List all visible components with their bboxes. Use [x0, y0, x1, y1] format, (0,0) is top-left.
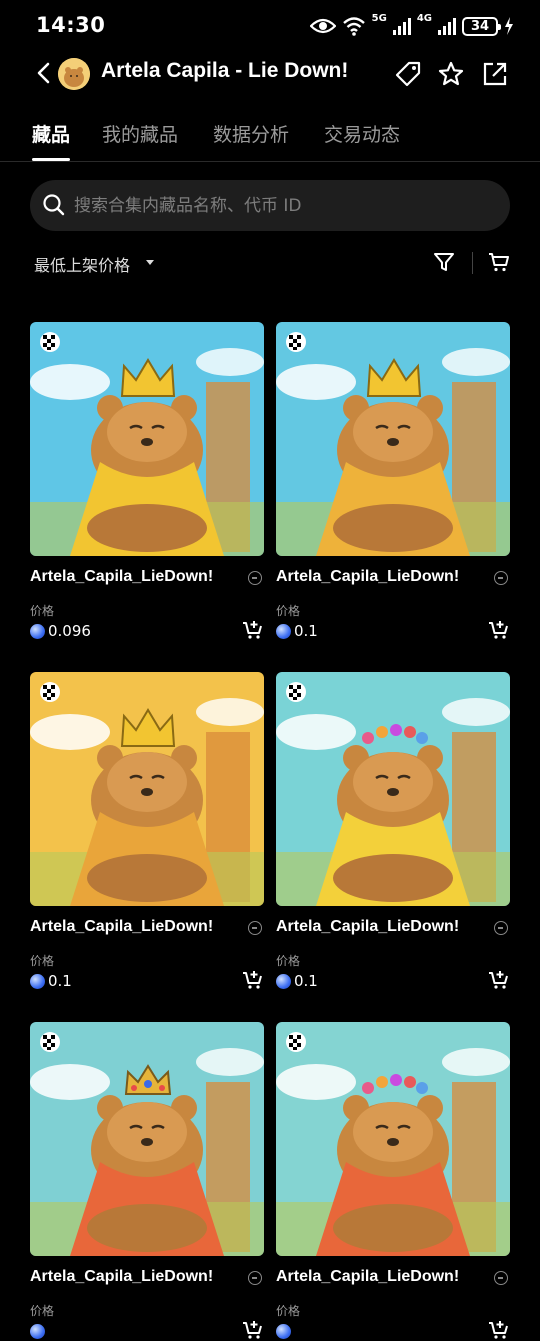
search-icon — [43, 194, 65, 216]
caret-down-icon[interactable] — [146, 260, 154, 265]
status-icons: 5G 4G 34 — [309, 13, 514, 38]
token-icon — [276, 624, 291, 639]
nft-image[interactable] — [30, 1022, 264, 1256]
nft-card[interactable]: Artela_Capila_LieDown! 价格 — [276, 1022, 510, 1339]
page-title: Artela Capila - Lie Down! — [101, 59, 349, 82]
nft-name[interactable]: Artela_Capila_LieDown! — [30, 568, 235, 586]
nft-card[interactable]: Artela_Capila_LieDown! 价格 0.1 — [276, 672, 510, 990]
nft-name[interactable]: Artela_Capila_LieDown! — [30, 918, 235, 936]
price-label: 价格 — [276, 954, 301, 968]
nft-image[interactable] — [276, 672, 510, 906]
signal-icon — [438, 17, 456, 35]
tab-collection[interactable]: 藏品 — [32, 120, 70, 147]
nft-name[interactable]: Artela_Capila_LieDown! — [30, 1268, 235, 1286]
filter-icon[interactable] — [432, 250, 456, 274]
nft-card[interactable]: Artela_Capila_LieDown! 价格 0.1 — [276, 322, 510, 640]
tab-activity[interactable]: 交易动态 — [324, 120, 400, 147]
star-icon[interactable] — [437, 60, 465, 88]
status-bar: 14:30 5G 4G 34 — [0, 0, 540, 50]
token-icon — [30, 624, 45, 639]
sort-dropdown[interactable]: 最低上架价格 — [34, 252, 130, 276]
chain-badge-icon — [40, 1032, 60, 1052]
chain-badge-icon — [286, 682, 306, 702]
chain-badge-icon — [40, 332, 60, 352]
add-to-cart-icon[interactable] — [488, 969, 510, 991]
price-label: 价格 — [30, 1304, 55, 1318]
battery-icon: 34 — [462, 16, 501, 36]
nft-name[interactable]: Artela_Capila_LieDown! — [276, 1268, 481, 1286]
status-time: 14:30 — [36, 13, 106, 37]
token-icon — [276, 1324, 291, 1339]
minus-circle-icon[interactable] — [248, 1271, 262, 1285]
price-value: 0.1 — [48, 972, 72, 990]
network-5g-label: 5G — [371, 13, 387, 24]
nft-name[interactable]: Artela_Capila_LieDown! — [276, 568, 481, 586]
search-input[interactable] — [74, 180, 494, 231]
price-value: 0.1 — [294, 972, 318, 990]
chain-badge-icon — [40, 682, 60, 702]
nft-card[interactable]: Artela_Capila_LieDown! 价格 — [30, 1022, 264, 1339]
price-value: 0.096 — [48, 622, 91, 640]
tag-icon[interactable] — [394, 60, 422, 88]
add-to-cart-icon[interactable] — [242, 619, 264, 641]
minus-circle-icon[interactable] — [494, 921, 508, 935]
divider — [472, 252, 473, 274]
price-label: 价格 — [276, 604, 301, 618]
chain-badge-icon — [286, 1032, 306, 1052]
eye-icon — [309, 18, 336, 34]
token-icon — [30, 974, 45, 989]
tab-analytics[interactable]: 数据分析 — [213, 120, 289, 147]
sort-filter-row: 最低上架价格 — [0, 248, 540, 280]
wifi-icon — [342, 17, 365, 36]
add-to-cart-icon[interactable] — [488, 619, 510, 641]
search-bar — [30, 180, 510, 231]
minus-circle-icon[interactable] — [248, 921, 262, 935]
charging-icon — [505, 17, 513, 35]
token-icon — [276, 974, 291, 989]
chain-badge-icon — [286, 332, 306, 352]
tab-my-collection[interactable]: 我的藏品 — [102, 120, 178, 147]
add-to-cart-icon[interactable] — [242, 1319, 264, 1341]
cart-icon[interactable] — [487, 250, 511, 274]
nft-image[interactable] — [276, 322, 510, 556]
nft-card[interactable]: Artela_Capila_LieDown! 价格 0.1 — [30, 672, 264, 990]
signal-icon — [392, 17, 411, 35]
back-chevron-icon[interactable] — [32, 60, 56, 86]
price-value: 0.1 — [294, 622, 318, 640]
collection-avatar — [58, 58, 90, 90]
add-to-cart-icon[interactable] — [488, 1319, 510, 1341]
token-icon — [30, 1324, 45, 1339]
minus-circle-icon[interactable] — [494, 1271, 508, 1285]
nft-card[interactable]: Artela_Capila_LieDown! 价格 0.096 — [30, 322, 264, 640]
external-link-icon[interactable] — [481, 60, 509, 88]
minus-circle-icon[interactable] — [248, 571, 262, 585]
header: Artela Capila - Lie Down! — [0, 50, 540, 98]
price-label: 价格 — [276, 1304, 301, 1318]
network-4g-label: 4G — [416, 13, 432, 24]
nft-image[interactable] — [30, 322, 264, 556]
price-label: 价格 — [30, 954, 55, 968]
minus-circle-icon[interactable] — [494, 571, 508, 585]
tab-bar: 藏品 我的藏品 数据分析 交易动态 — [0, 110, 540, 162]
add-to-cart-icon[interactable] — [242, 969, 264, 991]
active-tab-indicator — [32, 158, 70, 161]
nft-image[interactable] — [30, 672, 264, 906]
nft-image[interactable] — [276, 1022, 510, 1256]
price-label: 价格 — [30, 604, 55, 618]
nft-name[interactable]: Artela_Capila_LieDown! — [276, 918, 481, 936]
